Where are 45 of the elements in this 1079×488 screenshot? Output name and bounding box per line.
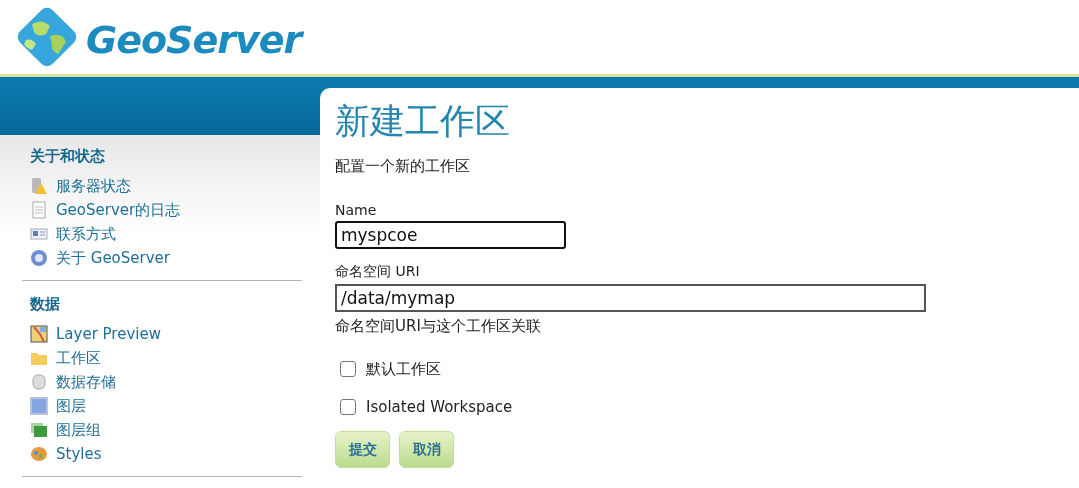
sidebar-link-label: Layer Preview	[56, 325, 161, 343]
sidebar-link-label: 工作区	[56, 348, 101, 368]
cancel-button[interactable]: 取消	[399, 431, 454, 468]
sidebar-link[interactable]: GeoServer的日志	[22, 198, 302, 222]
layer-group-icon	[30, 421, 48, 439]
logo-text: GeoServer	[86, 18, 302, 62]
text-field[interactable]: myspcoe	[335, 221, 566, 249]
submit-button[interactable]: 提交	[335, 431, 390, 468]
sidebar-link[interactable]: Styles	[22, 442, 302, 466]
sidebar-link-label: 服务器状态	[56, 176, 131, 196]
page-description: 配置一个新的工作区	[335, 157, 471, 176]
checkbox-label: 默认工作区	[366, 359, 441, 379]
sidebar-link[interactable]: 联系方式	[22, 222, 302, 246]
sidebar-link[interactable]: 图层组	[22, 418, 302, 442]
text-field[interactable]: /data/mymap	[335, 284, 926, 312]
contact-card-icon	[30, 225, 48, 243]
help-icon	[30, 249, 48, 267]
sidebar-link-label: 图层组	[56, 420, 101, 440]
sidebar-link-label: 关于 GeoServer	[56, 248, 170, 268]
checkbox-label: Isolated Workspace	[366, 398, 513, 416]
field-label: Name	[335, 202, 378, 218]
sidebar-heading: 数据	[30, 295, 61, 314]
sidebar-link[interactable]: 图层	[22, 394, 302, 418]
document-icon	[30, 201, 48, 219]
page-title: 新建工作区	[335, 100, 511, 143]
sidebar-link[interactable]: Layer Preview	[22, 322, 302, 346]
server-warning-icon	[30, 177, 48, 195]
checkbox[interactable]	[340, 361, 356, 377]
sidebar-link[interactable]: 工作区	[22, 346, 302, 370]
sidebar-heading: 关于和状态	[30, 147, 106, 166]
sidebar-link[interactable]: 数据存储	[22, 370, 302, 394]
field-label: 命名空间 URI	[335, 263, 421, 281]
palette-icon	[30, 445, 48, 463]
sidebar-link-label: 联系方式	[56, 224, 116, 244]
sidebar-link[interactable]: 关于 GeoServer	[22, 246, 302, 270]
sidebar-link-label: Styles	[56, 445, 102, 463]
sidebar-link-label: 数据存储	[56, 372, 116, 392]
layer-icon	[30, 397, 48, 415]
database-icon	[30, 373, 48, 391]
field-help: 命名空间URI与这个工作区关联	[335, 317, 542, 336]
sidebar-link[interactable]: 服务器状态	[22, 174, 302, 198]
map-icon	[30, 325, 48, 343]
sidebar-link-label: 图层	[56, 396, 86, 416]
sidebar-link-label: GeoServer的日志	[56, 200, 181, 220]
checkbox[interactable]	[340, 399, 356, 415]
